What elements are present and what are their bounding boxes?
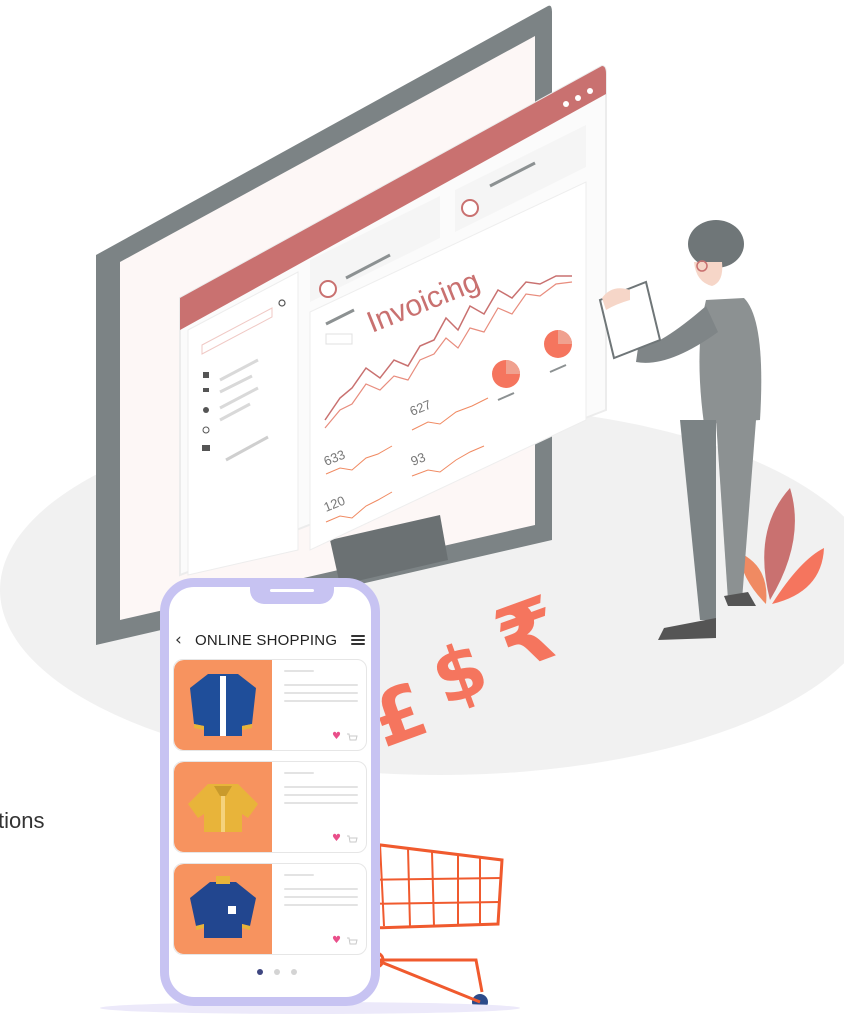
cart-icon[interactable] — [346, 834, 358, 846]
sweater-icon — [190, 876, 256, 938]
heart-icon[interactable]: ♥ — [332, 936, 342, 946]
product-image — [174, 660, 272, 750]
cart-icon[interactable] — [346, 936, 358, 948]
cart-icon[interactable] — [346, 732, 358, 744]
window-dot-icon — [587, 88, 593, 94]
phone-notch — [250, 578, 334, 604]
jacket-icon — [188, 784, 258, 832]
product-image — [174, 864, 272, 954]
illustration-scene: Invoicing 627 633 93 120 £ $ ₹ — [0, 5, 844, 1014]
product-image — [174, 762, 272, 852]
partial-text: tions — [0, 808, 45, 833]
pagination-dots[interactable] — [257, 969, 297, 977]
cardigan-icon — [190, 674, 256, 736]
product-card-3[interactable]: ♥ — [173, 863, 367, 955]
product-card-1[interactable]: ♥ — [173, 659, 367, 751]
chevron-left-icon[interactable]: ‹ — [175, 631, 191, 649]
page-dot[interactable] — [257, 969, 263, 975]
page-title: ONLINE SHOPPING — [195, 631, 338, 649]
page-dot[interactable] — [291, 969, 297, 975]
window-dot-icon — [575, 95, 581, 101]
product-card-2[interactable]: ♥ — [173, 761, 367, 853]
page-dot[interactable] — [274, 969, 280, 975]
phone-header: ‹ ONLINE SHOPPING — [175, 629, 365, 651]
heart-icon[interactable]: ♥ — [332, 834, 342, 844]
heart-icon[interactable]: ♥ — [332, 732, 342, 742]
phone-mockup: ‹ ONLINE SHOPPING ♥ ♥ ♥ — [160, 578, 380, 1006]
hamburger-menu-icon[interactable] — [351, 634, 365, 646]
window-dot-icon — [563, 101, 569, 107]
